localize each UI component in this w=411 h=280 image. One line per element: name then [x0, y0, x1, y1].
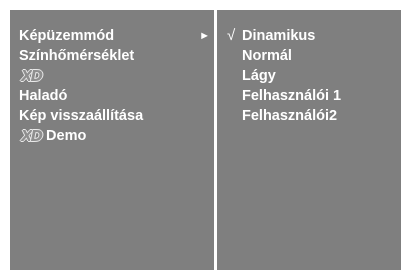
- menu-item-picture-mode[interactable]: Képüzemmód ►: [19, 26, 210, 46]
- menu-item-label: Képüzemmód: [19, 28, 115, 44]
- xd-logo-icon: XD: [21, 67, 43, 85]
- menu-item-xd-demo[interactable]: XD Demo: [19, 126, 210, 146]
- option-soft[interactable]: Lágy: [227, 66, 395, 86]
- menu-item-label: Kép visszaállítása: [19, 108, 144, 124]
- menu-item-advanced[interactable]: Haladó: [19, 86, 210, 106]
- picture-mode-submenu-panel: √ Dinamikus Normál Lágy Felhasználói 1 F…: [217, 10, 401, 270]
- menu-item-xd[interactable]: XD: [19, 66, 210, 86]
- option-dynamic[interactable]: √ Dinamikus: [227, 26, 395, 46]
- submenu-arrow-icon: ►: [199, 30, 210, 42]
- menu-item-label: Demo: [46, 128, 87, 144]
- checkmark-icon: √: [227, 27, 236, 44]
- option-label: Felhasználói 1: [242, 88, 342, 104]
- picture-menu-list: Képüzemmód ► Színhőmérséklet XD Haladó K…: [19, 26, 210, 146]
- picture-mode-options-list: √ Dinamikus Normál Lágy Felhasználói 1 F…: [227, 26, 395, 126]
- option-user-1[interactable]: Felhasználói 1: [227, 86, 395, 106]
- picture-menu-panel: Képüzemmód ► Színhőmérséklet XD Haladó K…: [10, 10, 214, 270]
- option-label: Lágy: [242, 68, 276, 84]
- option-label: Normál: [242, 48, 292, 64]
- option-label: Dinamikus: [242, 28, 316, 44]
- option-label: Felhasználói2: [242, 108, 338, 124]
- option-normal[interactable]: Normál: [227, 46, 395, 66]
- menu-item-color-temperature[interactable]: Színhőmérséklet: [19, 46, 210, 66]
- menu-item-label: Haladó: [19, 88, 68, 104]
- menu-item-picture-reset[interactable]: Kép visszaállítása: [19, 106, 210, 126]
- xd-logo-icon: XD: [21, 127, 43, 145]
- menu-item-label: Színhőmérséklet: [19, 48, 135, 64]
- option-user-2[interactable]: Felhasználói2: [227, 106, 395, 126]
